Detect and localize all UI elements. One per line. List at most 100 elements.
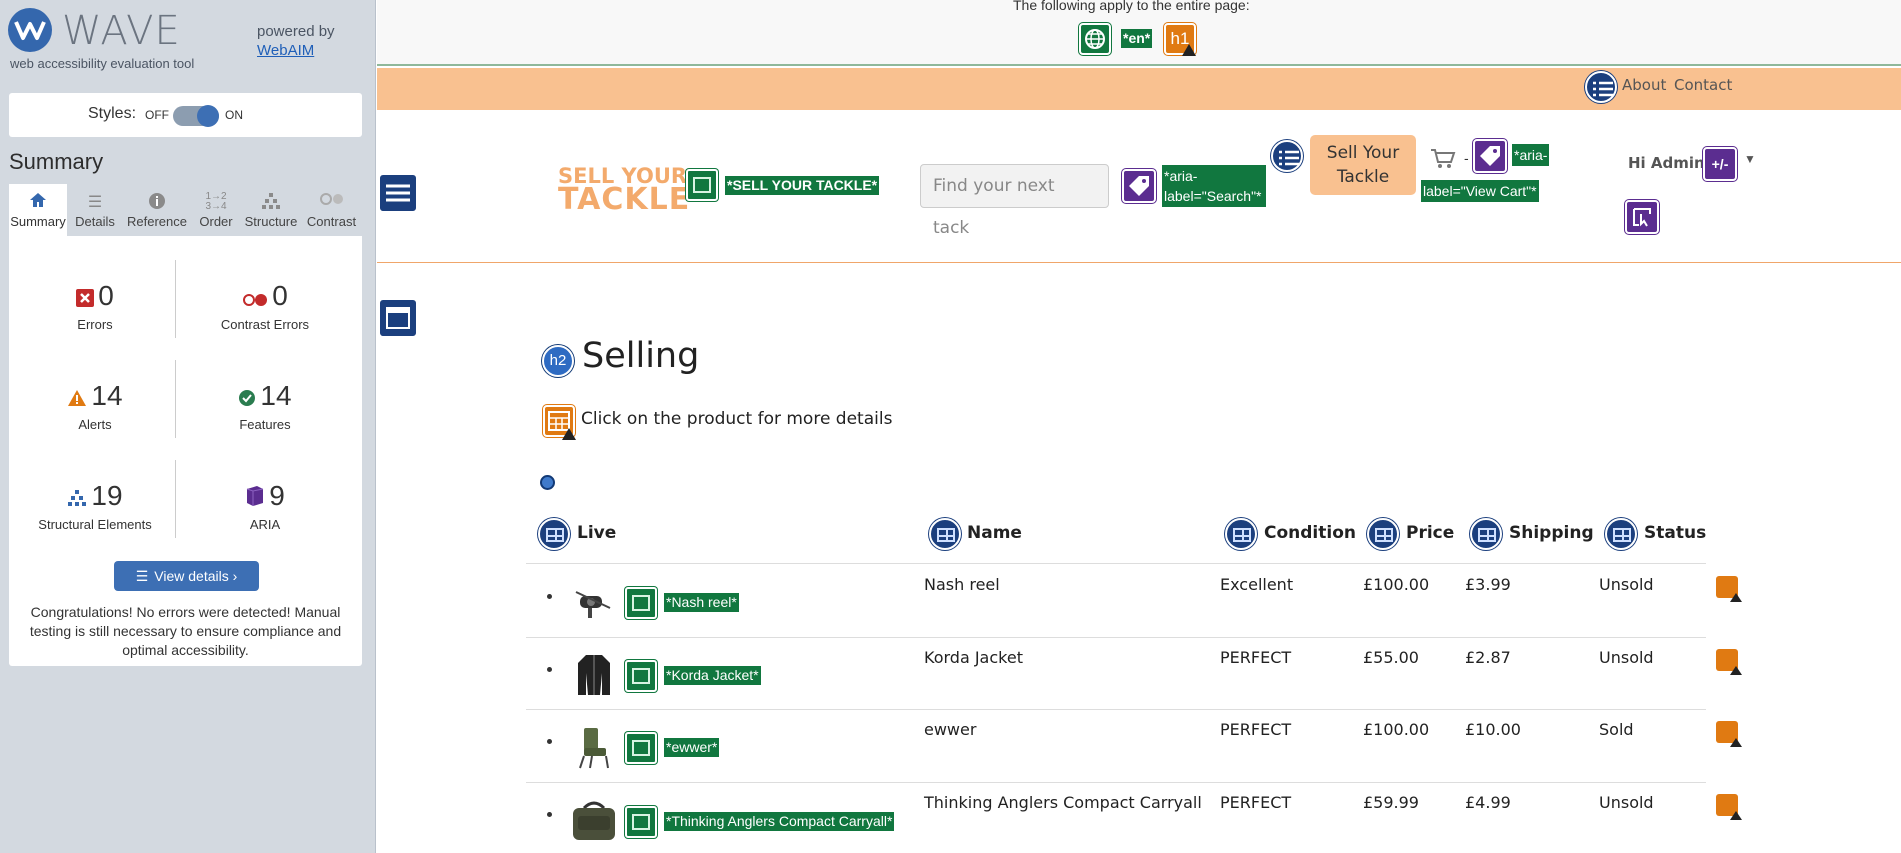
tab-reference[interactable]: Reference <box>123 184 191 236</box>
errors-count: 0 <box>98 280 114 311</box>
congrats-message: Congratulations! No errors were detected… <box>29 604 342 658</box>
cart-aria-badge-top: *aria- <box>1512 144 1550 166</box>
badge-line: *aria- <box>1164 168 1198 184</box>
alerts-stat[interactable]: 14 Alerts <box>15 380 175 432</box>
alert-icon[interactable] <box>1716 794 1742 820</box>
table-header-icon[interactable] <box>538 518 570 550</box>
row-divider <box>526 637 1706 638</box>
alert-icon[interactable] <box>1716 721 1742 747</box>
product-thumbnail-reel[interactable] <box>574 582 614 626</box>
tab-order[interactable]: 1→2 3→4 Order <box>191 184 241 236</box>
product-condition: Excellent <box>1220 575 1294 594</box>
table-header-icon[interactable] <box>1605 518 1637 550</box>
image-alt-icon[interactable] <box>625 587 657 619</box>
table-header-icon[interactable] <box>929 518 961 550</box>
wave-tagline: web accessibility evaluation tool <box>10 56 195 71</box>
product-name[interactable]: ewwer <box>924 720 976 739</box>
product-thumbnail-carryall[interactable] <box>570 798 615 842</box>
table-header-icon[interactable] <box>1367 518 1399 550</box>
toggle-knob[interactable] <box>197 105 219 127</box>
product-status: Sold <box>1599 720 1634 739</box>
table-header-icon[interactable] <box>1470 518 1502 550</box>
product-thumbnail-jacket[interactable] <box>574 651 614 695</box>
info-icon <box>123 192 191 212</box>
product-status: Unsold <box>1599 793 1654 812</box>
search-aria-badge: *aria- label="Search"* <box>1162 165 1266 207</box>
sell-your-tackle-button[interactable]: Sell Your Tackle <box>1310 135 1416 195</box>
navigation-icon[interactable] <box>380 175 416 211</box>
header-divider <box>377 262 1901 263</box>
cart-separator: - <box>1464 150 1469 166</box>
image-alt-icon[interactable] <box>625 806 657 838</box>
webaim-link[interactable]: WebAIM <box>257 42 314 59</box>
contrast-errors-count: 0 <box>272 280 288 311</box>
column-header-shipping: Shipping <box>1509 523 1594 543</box>
error-icon <box>76 282 95 314</box>
image-alt-icon[interactable] <box>625 660 657 692</box>
list-bullet <box>547 739 552 744</box>
product-name[interactable]: Nash reel <box>924 575 1000 594</box>
product-thumbnail-chair[interactable] <box>574 724 614 769</box>
nav-contact-link[interactable]: Contact <box>1674 76 1732 94</box>
feature-dot-icon[interactable] <box>540 475 555 490</box>
aria-count: 9 <box>269 480 285 511</box>
logo-line-2: TACKLE <box>558 182 691 217</box>
errors-label: Errors <box>77 316 113 332</box>
view-details-label: View details › <box>154 568 238 584</box>
cart-icon[interactable] <box>1430 148 1456 176</box>
h2-label: h2 <box>549 352 567 369</box>
tab-details[interactable]: ☰ Details <box>67 184 123 236</box>
contrast-errors-stat[interactable]: 0 Contrast Errors <box>185 280 345 332</box>
product-condition: PERFECT <box>1220 793 1292 812</box>
product-name[interactable]: Korda Jacket <box>924 648 1023 667</box>
structure-icon <box>241 192 301 212</box>
site-logo[interactable]: SELL YOUR TACKLE <box>558 164 691 217</box>
column-header-status: Status <box>1644 523 1707 543</box>
structural-stat[interactable]: 19 Structural Elements <box>15 480 175 532</box>
errors-stat[interactable]: 0 Errors <box>15 280 175 332</box>
tab-summary[interactable]: Summary <box>9 184 67 236</box>
aria-label-tag-icon[interactable] <box>1122 169 1156 203</box>
main-region-icon[interactable] <box>380 300 416 336</box>
product-price: £100.00 <box>1363 720 1430 739</box>
view-details-button[interactable]: ☰ View details › <box>114 561 259 591</box>
alert-icon[interactable] <box>1716 649 1742 675</box>
feature-check-icon <box>238 382 256 414</box>
image-alt-icon[interactable] <box>625 732 657 764</box>
features-stat[interactable]: 14 Features <box>185 380 345 432</box>
list-structure-icon[interactable] <box>1585 71 1617 103</box>
search-input[interactable]: Find your next tack <box>920 164 1109 238</box>
banner-text: The following apply to the entire page: <box>1013 0 1250 13</box>
button-line: Sell Your <box>1326 143 1400 163</box>
product-status: Unsold <box>1599 575 1654 594</box>
row-divider <box>526 782 1706 783</box>
styles-toggle[interactable] <box>173 105 219 127</box>
aria-button-icon[interactable] <box>1625 200 1659 234</box>
list-bullet <box>547 594 552 599</box>
image-alt-badge: *Korda Jacket* <box>664 666 761 685</box>
aria-expanded-icon[interactable]: +/- <box>1703 147 1737 181</box>
list-icon: ☰ <box>87 194 103 211</box>
h2-heading-icon[interactable]: h2 <box>542 345 574 377</box>
page-title: Selling <box>582 336 700 376</box>
column-header-live: Live <box>577 523 617 543</box>
badge-line: label="Search"* <box>1164 188 1262 204</box>
tab-contrast[interactable]: Contrast <box>301 184 362 236</box>
list-structure-icon[interactable] <box>1271 140 1303 172</box>
table-header-icon[interactable] <box>1225 518 1257 550</box>
product-name[interactable]: Thinking Anglers Compact Carryall <box>924 793 1202 812</box>
features-label: Features <box>239 416 291 432</box>
linked-image-icon[interactable] <box>686 169 718 201</box>
alert-icon[interactable] <box>1716 576 1742 602</box>
features-count: 14 <box>260 380 292 411</box>
language-globe-icon[interactable] <box>1079 23 1111 55</box>
hi-admin-label[interactable]: Hi Admin <box>1628 154 1705 172</box>
divider <box>175 260 176 338</box>
product-shipping: £4.99 <box>1465 793 1511 812</box>
tab-structure[interactable]: Structure <box>241 184 301 236</box>
chevron-down-icon[interactable]: ▼ <box>1744 152 1756 166</box>
wave-logo-icon <box>8 8 52 52</box>
nav-about-link[interactable]: About <box>1622 76 1666 94</box>
aria-label-tag-icon[interactable] <box>1473 139 1507 173</box>
aria-stat[interactable]: 9 ARIA <box>185 480 345 532</box>
